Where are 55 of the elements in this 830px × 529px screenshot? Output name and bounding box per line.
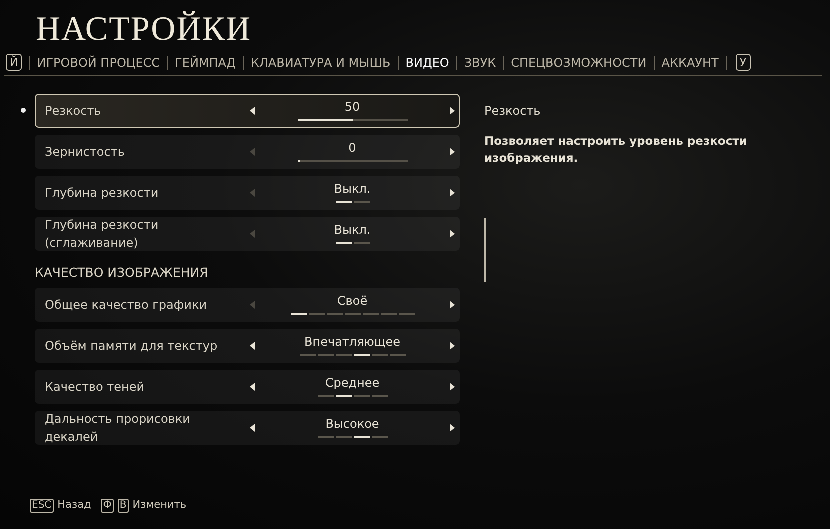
setting-row[interactable]: Объём памяти для текстур Впечатляющее <box>35 329 460 363</box>
setting-label: Качество теней <box>44 379 146 396</box>
setting-value: Впечатляющее <box>304 336 400 349</box>
setting-row[interactable]: Качество теней Среднее <box>35 370 460 404</box>
right-arrow-icon[interactable] <box>450 189 455 197</box>
footer-action[interactable]: Изменить <box>132 498 187 514</box>
right-arrow-icon[interactable] <box>450 342 455 350</box>
right-arrow-icon[interactable] <box>450 301 455 309</box>
setting-row[interactable]: Глубина резкости (сглаживание) Выкл. <box>35 217 460 251</box>
key-hint: В <box>118 498 129 513</box>
settings-tab[interactable]: ГЕЙМПАД <box>167 56 243 70</box>
left-arrow-icon[interactable] <box>250 424 255 432</box>
setting-label: Глубина резкости (сглаживание) <box>44 217 160 252</box>
footer-action[interactable]: Назад <box>58 498 92 514</box>
setting-row[interactable]: Дальность прорисовки декалей Высокое <box>35 411 460 445</box>
setting-row[interactable]: Общее качество графики Своё <box>35 288 460 322</box>
setting-value: Выкл. <box>334 183 371 196</box>
right-arrow-icon[interactable] <box>450 107 455 115</box>
setting-label: Дальность прорисовки декалей <box>44 411 192 446</box>
key-hint: У <box>736 54 751 71</box>
setting-label: Зернистость <box>44 144 126 161</box>
setting-value: Своё <box>337 295 368 308</box>
setting-label: Общее качество графики <box>44 297 208 314</box>
setting-row[interactable]: Зернистость 0 <box>35 135 460 169</box>
setting-label: Резкость <box>44 103 102 120</box>
setting-value: Выкл. <box>334 224 371 237</box>
left-arrow-icon[interactable] <box>250 342 255 350</box>
right-arrow-icon[interactable] <box>450 424 455 432</box>
key-hint: ESC <box>30 498 54 513</box>
setting-value: Среднее <box>325 377 380 390</box>
section-heading: КАЧЕСТВО ИЗОБРАЖЕНИЯ <box>35 265 210 281</box>
settings-tab[interactable]: ВИДЕО <box>398 56 456 70</box>
left-arrow-icon[interactable] <box>250 107 255 115</box>
settings-tab[interactable]: ЗВУК <box>456 56 504 70</box>
scrollbar-thumb[interactable] <box>484 218 486 282</box>
settings-tab[interactable]: СПЕЦВОЗМОЖНОСТИ <box>503 56 654 70</box>
detail-description: Позволяет настроить уровень резкости изображения. <box>484 133 748 168</box>
focus-dot <box>21 108 26 113</box>
setting-value: 0 <box>348 142 356 155</box>
setting-label: Глубина резкости <box>44 185 160 202</box>
setting-label: Объём памяти для текстур <box>44 338 219 355</box>
left-arrow-icon[interactable] <box>250 383 255 391</box>
settings-tab[interactable]: ИГРОВОЙ ПРОЦЕСС <box>29 56 168 70</box>
setting-value: Высокое <box>326 418 380 431</box>
setting-value: 50 <box>344 101 360 114</box>
setting-row[interactable]: Глубина резкости Выкл. <box>35 176 460 210</box>
settings-tab[interactable]: КЛАВИАТУРА И МЫШЬ <box>242 56 398 70</box>
right-arrow-icon[interactable] <box>450 383 455 391</box>
page-title: НАСТРОЙКИ <box>36 10 253 50</box>
settings-tab[interactable]: АККАУНТ <box>654 56 726 70</box>
key-hint: Ф <box>101 498 114 513</box>
right-arrow-icon[interactable] <box>450 230 455 238</box>
key-hint: Й <box>6 54 22 71</box>
right-arrow-icon[interactable] <box>450 148 455 156</box>
detail-title: Резкость <box>484 103 542 120</box>
